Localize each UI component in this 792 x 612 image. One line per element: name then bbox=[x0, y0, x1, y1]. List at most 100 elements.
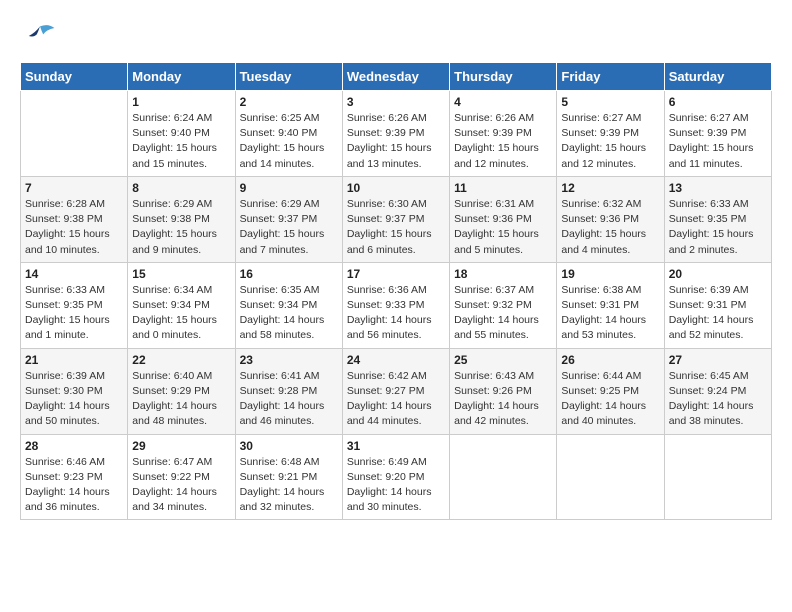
day-number: 18 bbox=[454, 267, 552, 281]
calendar-week-row: 21 Sunrise: 6:39 AM Sunset: 9:30 PM Dayli… bbox=[21, 348, 772, 434]
calendar-cell: 12 Sunrise: 6:32 AM Sunset: 9:36 PM Dayli… bbox=[557, 176, 664, 262]
calendar-week-row: 1 Sunrise: 6:24 AM Sunset: 9:40 PM Daylig… bbox=[21, 91, 772, 177]
calendar-cell: 13 Sunrise: 6:33 AM Sunset: 9:35 PM Dayli… bbox=[664, 176, 771, 262]
calendar-week-row: 14 Sunrise: 6:33 AM Sunset: 9:35 PM Dayli… bbox=[21, 262, 772, 348]
calendar-cell: 11Sunrise: 6:31 AM Sunset: 9:36 PM Dayli… bbox=[450, 176, 557, 262]
day-info: Sunrise: 6:41 AM Sunset: 9:28 PM Dayligh… bbox=[240, 369, 338, 430]
calendar-cell: 4 Sunrise: 6:26 AM Sunset: 9:39 PM Daylig… bbox=[450, 91, 557, 177]
day-info: Sunrise: 6:39 AM Sunset: 9:31 PM Dayligh… bbox=[669, 283, 767, 344]
calendar-cell bbox=[21, 91, 128, 177]
calendar-week-row: 28 Sunrise: 6:46 AM Sunset: 9:23 PM Dayli… bbox=[21, 434, 772, 520]
day-number: 7 bbox=[25, 181, 123, 195]
calendar-cell: 22 Sunrise: 6:40 AM Sunset: 9:29 PM Dayli… bbox=[128, 348, 235, 434]
day-header-saturday: Saturday bbox=[664, 63, 771, 91]
day-number: 28 bbox=[25, 439, 123, 453]
day-info: Sunrise: 6:49 AM Sunset: 9:20 PM Dayligh… bbox=[347, 455, 445, 516]
day-header-wednesday: Wednesday bbox=[342, 63, 449, 91]
day-number: 9 bbox=[240, 181, 338, 195]
calendar-table: SundayMondayTuesdayWednesdayThursdayFrid… bbox=[20, 62, 772, 520]
day-number: 15 bbox=[132, 267, 230, 281]
day-header-tuesday: Tuesday bbox=[235, 63, 342, 91]
day-info: Sunrise: 6:31 AM Sunset: 9:36 PM Dayligh… bbox=[454, 197, 552, 258]
day-info: Sunrise: 6:48 AM Sunset: 9:21 PM Dayligh… bbox=[240, 455, 338, 516]
day-info: Sunrise: 6:33 AM Sunset: 9:35 PM Dayligh… bbox=[25, 283, 123, 344]
day-number: 14 bbox=[25, 267, 123, 281]
calendar-cell: 6 Sunrise: 6:27 AM Sunset: 9:39 PM Daylig… bbox=[664, 91, 771, 177]
calendar-cell: 2 Sunrise: 6:25 AM Sunset: 9:40 PM Daylig… bbox=[235, 91, 342, 177]
day-number: 25 bbox=[454, 353, 552, 367]
day-header-thursday: Thursday bbox=[450, 63, 557, 91]
day-info: Sunrise: 6:26 AM Sunset: 9:39 PM Dayligh… bbox=[454, 111, 552, 172]
day-info: Sunrise: 6:32 AM Sunset: 9:36 PM Dayligh… bbox=[561, 197, 659, 258]
day-number: 27 bbox=[669, 353, 767, 367]
calendar-cell: 3Sunrise: 6:26 AM Sunset: 9:39 PM Daylig… bbox=[342, 91, 449, 177]
logo bbox=[20, 20, 56, 52]
calendar-cell: 15 Sunrise: 6:34 AM Sunset: 9:34 PM Dayli… bbox=[128, 262, 235, 348]
day-info: Sunrise: 6:42 AM Sunset: 9:27 PM Dayligh… bbox=[347, 369, 445, 430]
day-number: 5 bbox=[561, 95, 659, 109]
calendar-cell: 14 Sunrise: 6:33 AM Sunset: 9:35 PM Dayli… bbox=[21, 262, 128, 348]
day-number: 23 bbox=[240, 353, 338, 367]
day-number: 24 bbox=[347, 353, 445, 367]
day-number: 10 bbox=[347, 181, 445, 195]
day-info: Sunrise: 6:30 AM Sunset: 9:37 PM Dayligh… bbox=[347, 197, 445, 258]
calendar-cell: 24 Sunrise: 6:42 AM Sunset: 9:27 PM Dayli… bbox=[342, 348, 449, 434]
day-info: Sunrise: 6:25 AM Sunset: 9:40 PM Dayligh… bbox=[240, 111, 338, 172]
day-info: Sunrise: 6:40 AM Sunset: 9:29 PM Dayligh… bbox=[132, 369, 230, 430]
page-header bbox=[20, 20, 772, 52]
day-number: 1 bbox=[132, 95, 230, 109]
day-info: Sunrise: 6:27 AM Sunset: 9:39 PM Dayligh… bbox=[561, 111, 659, 172]
calendar-header-row: SundayMondayTuesdayWednesdayThursdayFrid… bbox=[21, 63, 772, 91]
day-info: Sunrise: 6:44 AM Sunset: 9:25 PM Dayligh… bbox=[561, 369, 659, 430]
calendar-cell bbox=[557, 434, 664, 520]
day-info: Sunrise: 6:33 AM Sunset: 9:35 PM Dayligh… bbox=[669, 197, 767, 258]
day-info: Sunrise: 6:28 AM Sunset: 9:38 PM Dayligh… bbox=[25, 197, 123, 258]
calendar-cell: 26 Sunrise: 6:44 AM Sunset: 9:25 PM Dayli… bbox=[557, 348, 664, 434]
day-number: 16 bbox=[240, 267, 338, 281]
day-number: 6 bbox=[669, 95, 767, 109]
calendar-cell: 31 Sunrise: 6:49 AM Sunset: 9:20 PM Dayli… bbox=[342, 434, 449, 520]
day-info: Sunrise: 6:29 AM Sunset: 9:37 PM Dayligh… bbox=[240, 197, 338, 258]
calendar-cell: 30 Sunrise: 6:48 AM Sunset: 9:21 PM Dayli… bbox=[235, 434, 342, 520]
day-info: Sunrise: 6:37 AM Sunset: 9:32 PM Dayligh… bbox=[454, 283, 552, 344]
calendar-cell: 20Sunrise: 6:39 AM Sunset: 9:31 PM Dayli… bbox=[664, 262, 771, 348]
day-number: 2 bbox=[240, 95, 338, 109]
day-number: 12 bbox=[561, 181, 659, 195]
calendar-cell: 7 Sunrise: 6:28 AM Sunset: 9:38 PM Daylig… bbox=[21, 176, 128, 262]
calendar-cell: 21 Sunrise: 6:39 AM Sunset: 9:30 PM Dayli… bbox=[21, 348, 128, 434]
day-number: 30 bbox=[240, 439, 338, 453]
calendar-cell: 25Sunrise: 6:43 AM Sunset: 9:26 PM Dayli… bbox=[450, 348, 557, 434]
day-info: Sunrise: 6:26 AM Sunset: 9:39 PM Dayligh… bbox=[347, 111, 445, 172]
day-header-friday: Friday bbox=[557, 63, 664, 91]
day-info: Sunrise: 6:35 AM Sunset: 9:34 PM Dayligh… bbox=[240, 283, 338, 344]
day-number: 17 bbox=[347, 267, 445, 281]
day-info: Sunrise: 6:39 AM Sunset: 9:30 PM Dayligh… bbox=[25, 369, 123, 430]
day-info: Sunrise: 6:46 AM Sunset: 9:23 PM Dayligh… bbox=[25, 455, 123, 516]
day-number: 4 bbox=[454, 95, 552, 109]
day-info: Sunrise: 6:36 AM Sunset: 9:33 PM Dayligh… bbox=[347, 283, 445, 344]
calendar-cell: 19 Sunrise: 6:38 AM Sunset: 9:31 PM Dayli… bbox=[557, 262, 664, 348]
calendar-cell: 28 Sunrise: 6:46 AM Sunset: 9:23 PM Dayli… bbox=[21, 434, 128, 520]
calendar-cell: 27 Sunrise: 6:45 AM Sunset: 9:24 PM Dayli… bbox=[664, 348, 771, 434]
day-info: Sunrise: 6:29 AM Sunset: 9:38 PM Dayligh… bbox=[132, 197, 230, 258]
calendar-cell: 5 Sunrise: 6:27 AM Sunset: 9:39 PM Daylig… bbox=[557, 91, 664, 177]
day-header-monday: Monday bbox=[128, 63, 235, 91]
calendar-cell: 23 Sunrise: 6:41 AM Sunset: 9:28 PM Dayli… bbox=[235, 348, 342, 434]
day-number: 31 bbox=[347, 439, 445, 453]
day-number: 22 bbox=[132, 353, 230, 367]
day-info: Sunrise: 6:24 AM Sunset: 9:40 PM Dayligh… bbox=[132, 111, 230, 172]
day-info: Sunrise: 6:38 AM Sunset: 9:31 PM Dayligh… bbox=[561, 283, 659, 344]
calendar-cell: 16 Sunrise: 6:35 AM Sunset: 9:34 PM Dayli… bbox=[235, 262, 342, 348]
calendar-cell: 29Sunrise: 6:47 AM Sunset: 9:22 PM Dayli… bbox=[128, 434, 235, 520]
day-info: Sunrise: 6:45 AM Sunset: 9:24 PM Dayligh… bbox=[669, 369, 767, 430]
day-number: 21 bbox=[25, 353, 123, 367]
day-info: Sunrise: 6:47 AM Sunset: 9:22 PM Dayligh… bbox=[132, 455, 230, 516]
day-info: Sunrise: 6:34 AM Sunset: 9:34 PM Dayligh… bbox=[132, 283, 230, 344]
day-info: Sunrise: 6:27 AM Sunset: 9:39 PM Dayligh… bbox=[669, 111, 767, 172]
day-number: 13 bbox=[669, 181, 767, 195]
day-number: 26 bbox=[561, 353, 659, 367]
logo-bird-icon bbox=[24, 20, 56, 52]
calendar-cell: 18 Sunrise: 6:37 AM Sunset: 9:32 PM Dayli… bbox=[450, 262, 557, 348]
day-number: 19 bbox=[561, 267, 659, 281]
day-header-sunday: Sunday bbox=[21, 63, 128, 91]
